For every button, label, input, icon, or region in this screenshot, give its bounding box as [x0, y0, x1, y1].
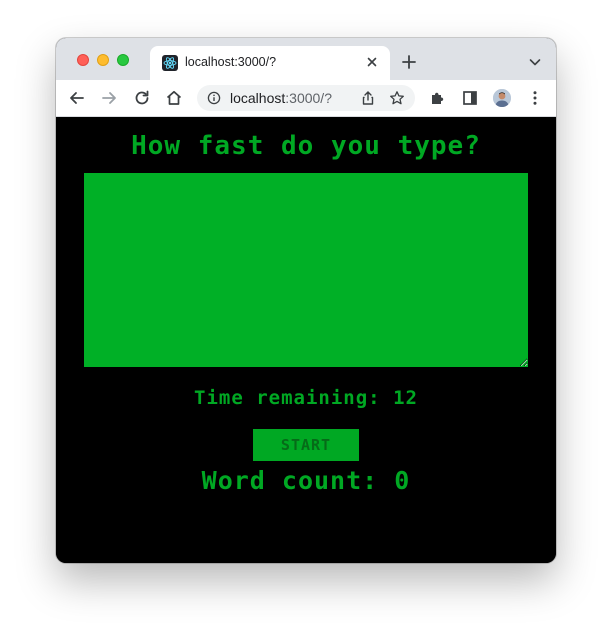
plus-icon[interactable]	[401, 54, 417, 70]
typing-textarea[interactable]	[84, 173, 528, 367]
tab-title: localhost:3000/?	[185, 55, 277, 69]
word-count-value: 0	[394, 466, 411, 495]
url-host: localhost	[230, 90, 286, 106]
page-title: How fast do you type?	[131, 131, 481, 161]
tab-strip: localhost:3000/?	[56, 38, 556, 80]
time-remaining-value: 12	[393, 387, 418, 409]
word-count-label: Word count:	[201, 466, 379, 495]
url-path: :3000/?	[285, 90, 332, 106]
word-count: Word count: 0	[56, 466, 556, 495]
close-icon[interactable]	[364, 54, 380, 70]
address-bar[interactable]: localhost:3000/?	[197, 85, 415, 111]
page-content: How fast do you type? Time remaining: 12…	[56, 117, 556, 563]
browser-tab[interactable]: localhost:3000/?	[150, 46, 390, 80]
side-panel-icon[interactable]	[461, 89, 479, 107]
react-logo-icon	[162, 55, 178, 71]
info-icon[interactable]	[207, 91, 221, 105]
reload-icon[interactable]	[133, 89, 151, 107]
back-arrow-icon[interactable]	[68, 89, 86, 107]
puzzle-icon[interactable]	[429, 89, 447, 107]
home-icon[interactable]	[165, 89, 183, 107]
browser-toolbar: localhost:3000/?	[56, 80, 556, 117]
star-icon[interactable]	[389, 90, 405, 106]
time-remaining: Time remaining: 12	[56, 387, 556, 409]
minimize-window-button[interactable]	[97, 54, 109, 66]
maximize-window-button[interactable]	[117, 54, 129, 66]
time-remaining-label: Time remaining:	[194, 387, 381, 409]
browser-window: localhost:3000/? localhost:3000/? How fa…	[56, 38, 556, 563]
kebab-menu-icon[interactable]	[526, 89, 544, 107]
close-window-button[interactable]	[77, 54, 89, 66]
url-text: localhost:3000/?	[230, 90, 332, 106]
forward-arrow-icon[interactable]	[100, 89, 118, 107]
share-icon[interactable]	[360, 90, 376, 106]
avatar[interactable]	[493, 89, 511, 107]
start-button[interactable]: START	[253, 429, 359, 461]
chevron-down-icon[interactable]	[528, 55, 542, 69]
